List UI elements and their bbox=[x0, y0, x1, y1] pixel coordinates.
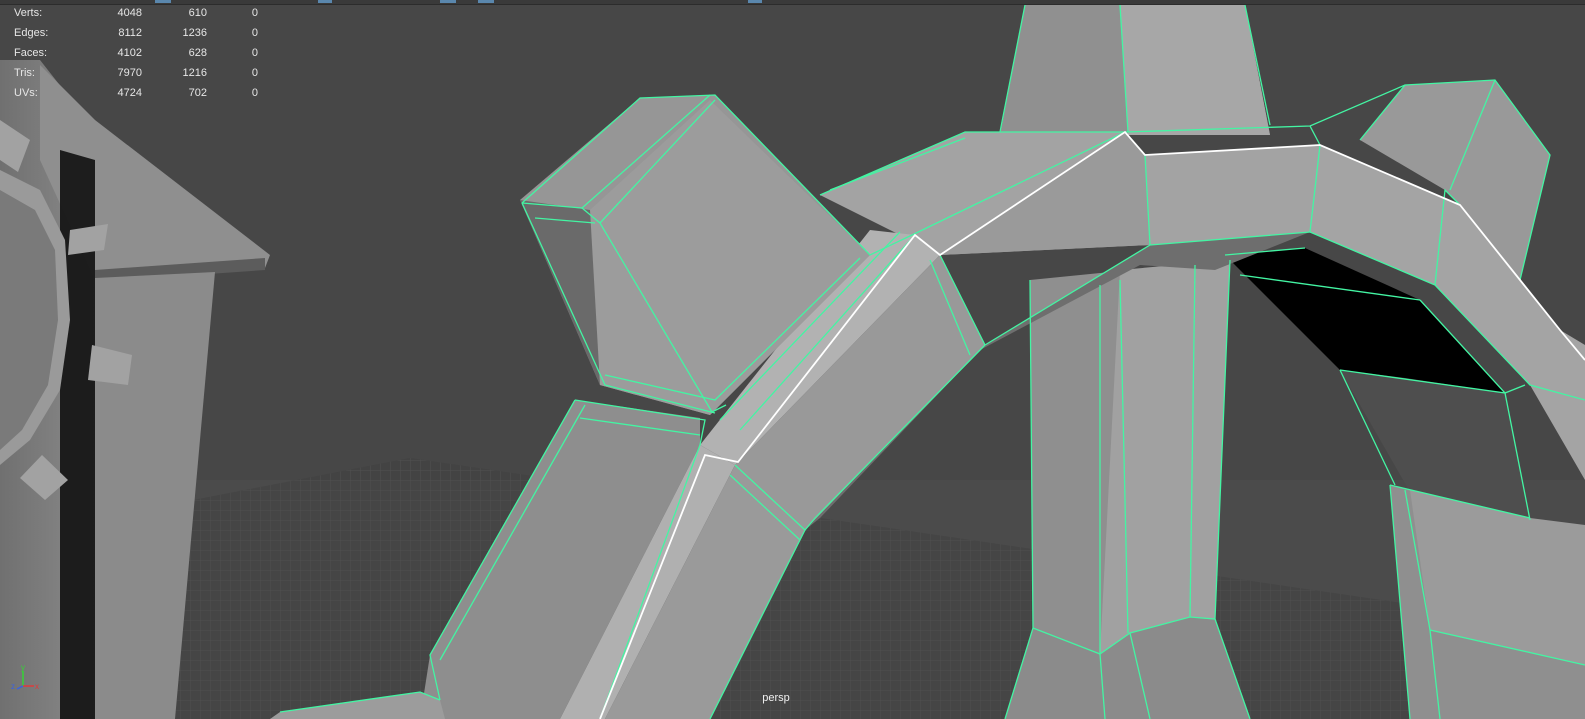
hud-label: Edges: bbox=[14, 27, 49, 39]
toolbar-mark bbox=[478, 0, 494, 3]
toolbar-mark bbox=[440, 0, 456, 3]
hud-label: Verts: bbox=[14, 7, 43, 19]
hud-total: 4048 bbox=[117, 7, 142, 19]
hud-selected: 628 bbox=[188, 47, 207, 59]
scene-canvas[interactable] bbox=[0, 0, 1585, 719]
axis-z-label: z bbox=[11, 682, 15, 691]
back-pillar-top-face bbox=[1120, 5, 1270, 135]
hud-label: UVs: bbox=[14, 87, 38, 99]
axis-x-label: x bbox=[35, 682, 39, 691]
hud-row-tris: Tris: 7970 1216 0 bbox=[14, 63, 274, 83]
hud-total: 4724 bbox=[117, 87, 142, 99]
toolbar-mark bbox=[318, 0, 332, 3]
hud-row-uvs: UVs: 4724 702 0 bbox=[14, 83, 274, 103]
hud-component: 0 bbox=[251, 87, 258, 99]
hud-selected: 702 bbox=[188, 87, 207, 99]
hud-component: 0 bbox=[251, 47, 258, 59]
axis-z-line bbox=[16, 685, 24, 690]
hud-component: 0 bbox=[251, 27, 258, 39]
hud-component: 0 bbox=[251, 7, 258, 19]
hud-row-faces: Faces: 4102 628 0 bbox=[14, 43, 274, 63]
hud-selected: 1216 bbox=[182, 67, 207, 79]
back-pillar-bottom-face bbox=[1100, 260, 1230, 654]
hud-total: 4102 bbox=[117, 47, 142, 59]
hud-total: 8112 bbox=[118, 27, 142, 39]
hud-label: Faces: bbox=[14, 47, 48, 59]
hud-total: 7970 bbox=[117, 67, 142, 79]
toolbar-mark bbox=[748, 0, 762, 3]
viewport-3d[interactable]: Verts: 4048 610 0 Edges: 8112 1236 0 Fac… bbox=[0, 0, 1585, 719]
hud-row-verts: Verts: 4048 610 0 bbox=[14, 3, 274, 23]
axis-y-label: y bbox=[21, 663, 25, 672]
hud-component: 0 bbox=[251, 67, 258, 79]
camera-name-label: persp bbox=[762, 692, 790, 704]
axis-gizmo-icon: y x z bbox=[11, 663, 39, 691]
hud-selected: 610 bbox=[188, 7, 207, 19]
poly-count-hud: Verts: 4048 610 0 Edges: 8112 1236 0 Fac… bbox=[14, 3, 274, 103]
hud-label: Tris: bbox=[14, 67, 35, 79]
hud-row-edges: Edges: 8112 1236 0 bbox=[14, 23, 274, 43]
hud-selected: 1236 bbox=[182, 27, 207, 39]
